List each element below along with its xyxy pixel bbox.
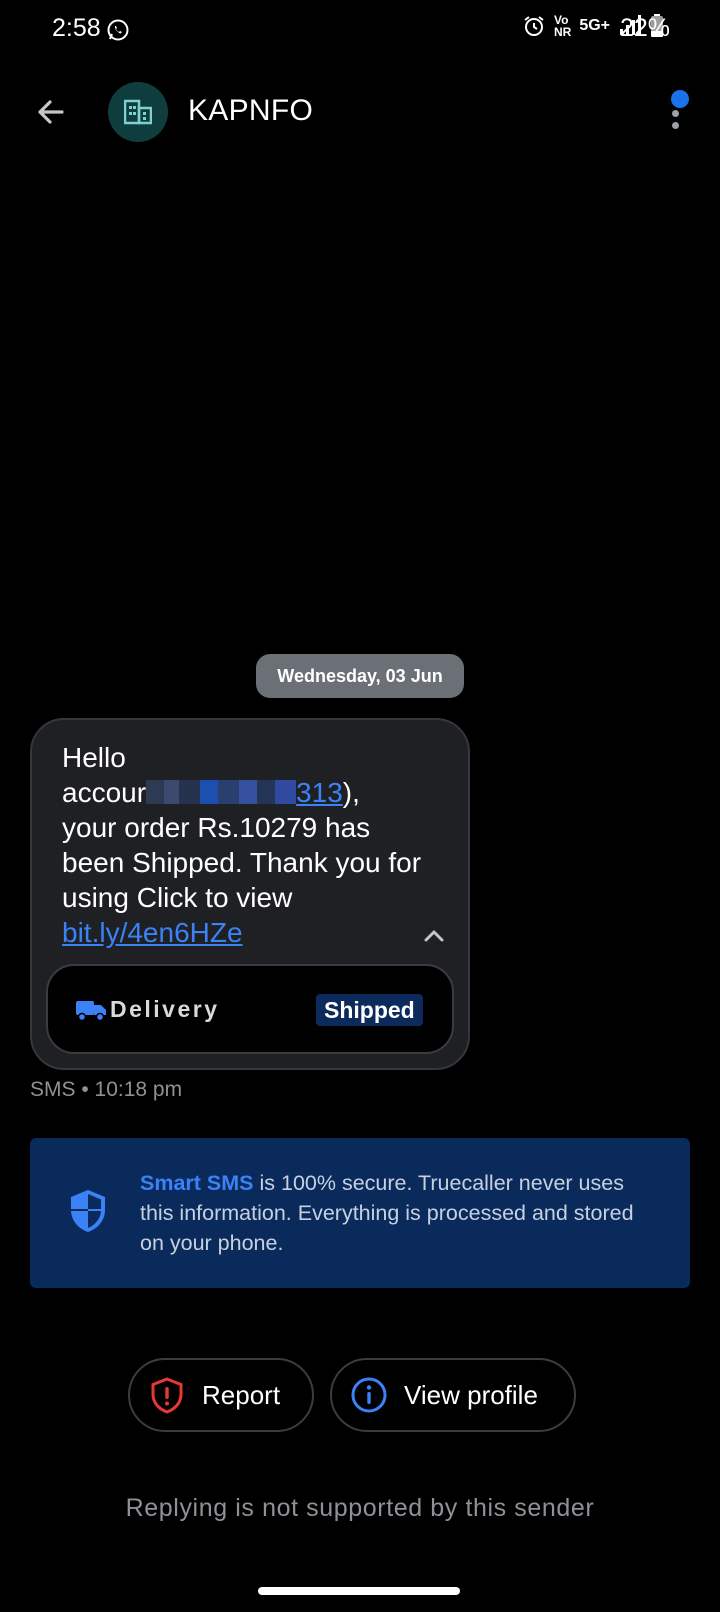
shield-icon (71, 1190, 105, 1232)
redacted-block (146, 780, 297, 804)
notification-dot (669, 88, 691, 110)
delivery-label: Delivery (110, 996, 220, 1022)
view-profile-label: View profile (404, 1379, 538, 1410)
sender-avatar[interactable] (108, 82, 168, 142)
volte-nr: NR (553, 25, 572, 39)
account-number-link[interactable]: 313 (296, 777, 343, 808)
home-indicator[interactable] (258, 1587, 460, 1595)
collapse-button[interactable] (418, 920, 450, 952)
network-type: 5G+ (579, 17, 610, 34)
back-button[interactable] (30, 92, 70, 132)
truck-icon (76, 1001, 106, 1021)
more-vert-dot (672, 122, 679, 129)
message-bubble[interactable]: Hello accour 313), your order Rs.10279 ha… (30, 718, 470, 1070)
status-bar: 2:58 Vo NR 5G+ 22% (0, 0, 720, 60)
more-vert-dot (672, 110, 679, 117)
report-button[interactable]: Report (128, 1358, 314, 1432)
message-link[interactable]: bit.ly/4en6HZe (62, 917, 243, 948)
delivery-status-card: Delivery Shipped (46, 964, 454, 1054)
smart-sms-text: Smart SMS is 100% secure. Truecaller nev… (140, 1168, 660, 1258)
alarm-icon (524, 16, 544, 36)
message-meta: SMS • 10:18 pm (30, 1078, 183, 1101)
chevron-up-icon (424, 930, 444, 942)
message-greeting: Hello (62, 742, 126, 773)
status-badge: Shipped (316, 994, 423, 1026)
view-profile-button[interactable]: View profile (330, 1358, 576, 1432)
report-shield-icon (151, 1377, 183, 1414)
volte-indicator: Vo NR (554, 14, 571, 38)
date-chip: Wednesday, 03 Jun (256, 654, 464, 698)
status-time: 2:58 (52, 14, 101, 42)
smart-sms-brand: Smart SMS (140, 1171, 254, 1195)
message-body: your order Rs.10279 has been Shipped. Th… (62, 812, 422, 913)
account-prefix: accour (62, 777, 147, 808)
account-close: ), (342, 777, 360, 808)
whatsapp-icon (107, 19, 129, 41)
info-icon (351, 1377, 387, 1413)
smart-sms-banner: Smart SMS is 100% secure. Truecaller nev… (30, 1138, 690, 1288)
building-icon (124, 99, 152, 125)
message-text[interactable]: Hello accour 313), your order Rs.10279 ha… (62, 740, 422, 950)
sender-name[interactable]: KAPNFO (188, 94, 313, 128)
battery-percent: 22% (620, 14, 671, 42)
reply-not-supported-note: Replying is not supported by this sender (125, 1494, 595, 1522)
conversation-header: KAPNFO (0, 80, 720, 144)
report-label: Report (202, 1379, 281, 1410)
